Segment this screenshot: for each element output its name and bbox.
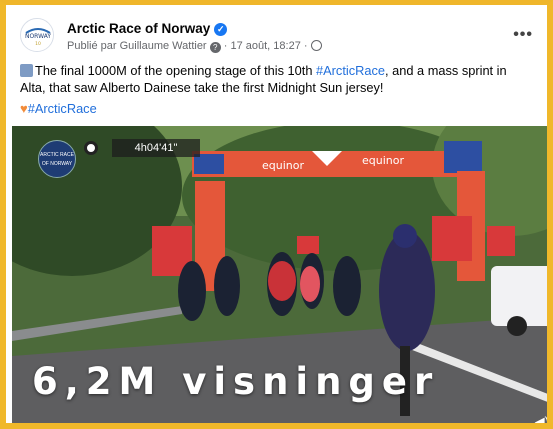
svg-text:10: 10: [35, 41, 41, 47]
race-timer: 4h04'41": [112, 139, 200, 157]
meta-separator: ·: [303, 40, 308, 52]
banner-text-right: equinor: [362, 154, 404, 167]
arctic-race-overlay-logo: ARCTIC RACE OF NORWAY: [38, 140, 76, 178]
page-name-text[interactable]: Arctic Race of Norway: [67, 21, 210, 36]
post-text: The final 1000M of the opening stage of …: [20, 62, 531, 96]
post-header: NORWAY 10 Arctic Race of Norway ✓ Publié …: [20, 18, 533, 54]
page-name[interactable]: Arctic Race of Norway ✓: [67, 21, 228, 36]
arctic-race-logo-icon: NORWAY 10: [21, 19, 53, 51]
meta-separator: ·: [223, 40, 228, 52]
post-date[interactable]: 17 août, 18:27: [230, 40, 300, 52]
post-text-part1: The final 1000M of the opening stage of …: [35, 63, 317, 78]
svg-text:NORWAY: NORWAY: [25, 33, 51, 40]
globe-icon: [310, 40, 322, 51]
hashtag-link-2[interactable]: #ArcticRace: [28, 101, 97, 116]
verified-badge-icon: ✓: [214, 23, 228, 36]
hashtag-link[interactable]: #ArcticRace: [316, 63, 385, 78]
info-icon[interactable]: ?: [209, 42, 221, 53]
back-arrow-emoji-icon: [20, 64, 33, 77]
more-options-button[interactable]: •••: [513, 26, 533, 44]
post-meta: Publié par Guillaume Wattier ? · 17 août…: [67, 40, 322, 53]
frame: NORWAY 10 Arctic Race of Norway ✓ Publié …: [0, 0, 553, 429]
hashtag-line: ♥#ArcticRace: [20, 101, 97, 116]
view-count-overlay: 6,2M visninger: [32, 360, 440, 403]
video-player[interactable]: equinor equinor ARCTIC RACE OF NORWAY 4h…: [12, 126, 547, 423]
volume-icon[interactable]: ◀︎): [535, 414, 547, 423]
page-avatar[interactable]: NORWAY 10: [20, 18, 54, 52]
banner-text-left: equinor: [262, 159, 304, 172]
posted-by: Publié par Guillaume Wattier: [67, 40, 207, 52]
broadcast-indicator-icon: [84, 141, 98, 155]
orange-heart-icon: ♥: [20, 101, 28, 116]
